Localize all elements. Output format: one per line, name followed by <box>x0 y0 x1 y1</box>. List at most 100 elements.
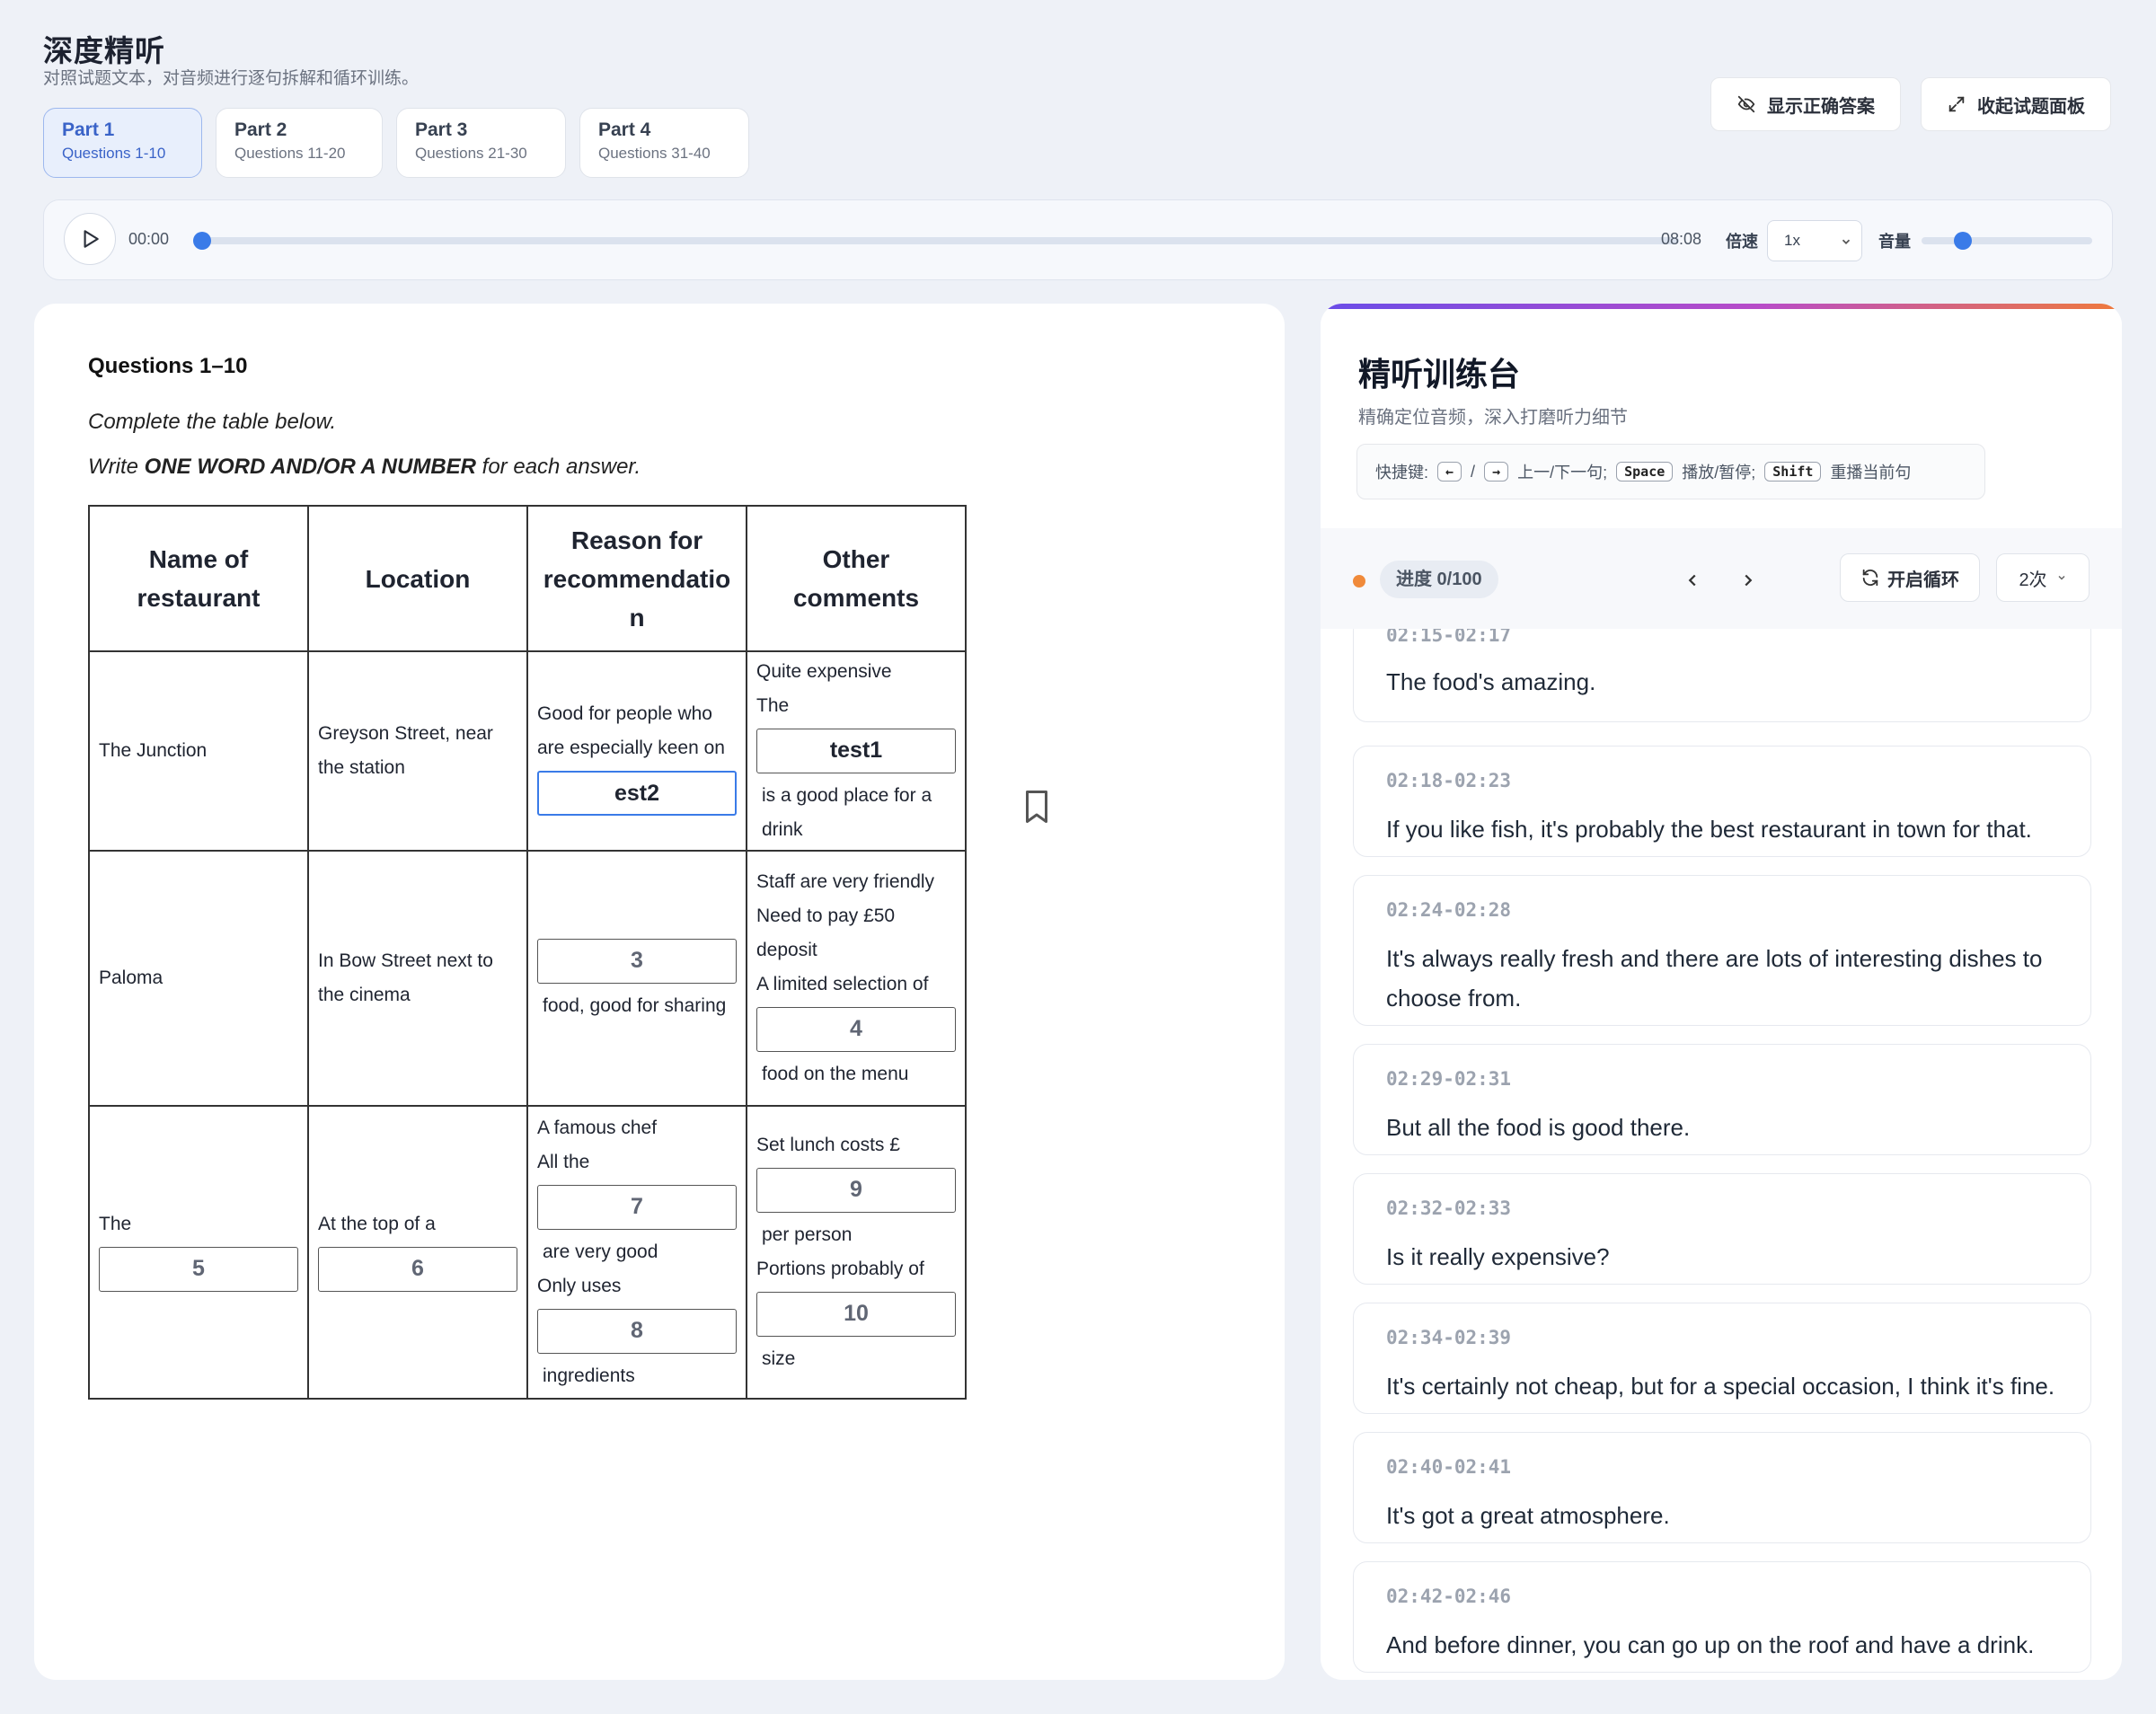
next-segment-button[interactable] <box>1732 564 1764 596</box>
answer-input-2[interactable]: est2 <box>537 771 737 816</box>
progress-thumb[interactable] <box>193 232 211 250</box>
row1-name: The Junction <box>88 650 309 852</box>
row2-other-1: Staff are very friendly <box>756 871 935 892</box>
shortcut-hint: 快捷键: ← / → 上一/下一句; Space 播放/暂停; Shift 重播… <box>1356 444 1985 499</box>
progress-badge: 进度 0/100 <box>1380 561 1498 598</box>
play-button[interactable] <box>64 213 116 265</box>
row3-other-2: per person <box>762 1224 853 1245</box>
list-item[interactable]: 02:24-02:28 It's always really fresh and… <box>1353 875 2091 1026</box>
list-item[interactable]: 02:34-02:39 It's certainly not cheap, bu… <box>1353 1303 2091 1414</box>
chevron-down-icon <box>2058 575 2065 580</box>
list-item[interactable]: 02:42-02:46 And before dinner, you can g… <box>1353 1561 2091 1673</box>
tab-part-3-range: Questions 21-30 <box>415 145 527 162</box>
chevron-left-icon <box>1688 574 1696 587</box>
play-icon <box>84 230 99 248</box>
segment-text: If you like fish, it's probably the best… <box>1386 816 2032 843</box>
tab-part-4[interactable]: Part 4 Questions 31-40 <box>579 108 749 178</box>
tab-part-4-name: Part 4 <box>598 119 651 140</box>
row3-location: At the top of a 6 <box>307 1105 528 1400</box>
tab-part-2-range: Questions 11-20 <box>234 145 346 162</box>
answer-input-8[interactable]: 8 <box>537 1309 737 1354</box>
list-item[interactable]: 02:15-02:17 The food's amazing. <box>1353 616 2091 722</box>
tab-part-2[interactable]: Part 2 Questions 11-20 <box>216 108 383 178</box>
loop-count-value: 2次 <box>2019 570 2047 590</box>
header-name: Name of restaurant <box>88 505 309 652</box>
list-item[interactable]: 02:18-02:23 If you like fish, it's proba… <box>1353 746 2091 857</box>
answer-input-7[interactable]: 7 <box>537 1185 737 1230</box>
row2-location: In Bow Street next to the cinema <box>307 850 528 1107</box>
instruction-2-pre: Write <box>88 455 145 479</box>
row1-other-3: is a good place for a drink <box>762 785 932 840</box>
volume-thumb[interactable] <box>1954 232 1972 250</box>
answer-input-1[interactable]: test1 <box>756 729 956 773</box>
list-item[interactable]: 02:29-02:31 But all the food is good the… <box>1353 1044 2091 1155</box>
row3-reason-1: A famous chef <box>537 1118 658 1138</box>
answer-input-6[interactable]: 6 <box>318 1247 517 1292</box>
question-panel: Questions 1–10 Complete the table below.… <box>34 304 1285 1680</box>
shortcut-label: 快捷键: <box>1375 464 1429 482</box>
row1-reason-text: Good for people who are especially keen … <box>537 703 725 758</box>
bookmark-button[interactable] <box>1021 789 1053 829</box>
tab-part-3[interactable]: Part 3 Questions 21-30 <box>396 108 566 178</box>
collapse-panel-label: 收起试题面板 <box>1977 96 2085 117</box>
loop-count-select[interactable]: 2次 <box>1996 553 2090 602</box>
key-left: ← <box>1437 462 1462 482</box>
row3-reason-5: ingredients <box>543 1365 635 1386</box>
header-reason: Reason for recommendatio n <box>526 505 747 652</box>
chevron-right-icon <box>1745 574 1753 587</box>
row2-other-3: A limited selection of <box>756 974 929 994</box>
questions-title: Questions 1–10 <box>88 354 248 378</box>
segment-text: The food's amazing. <box>1386 668 1596 695</box>
header-other: Other comments <box>746 505 967 652</box>
list-item[interactable]: 02:32-02:33 Is it really expensive? <box>1353 1173 2091 1285</box>
segment-text: Is it really expensive? <box>1386 1243 1610 1270</box>
tab-part-1[interactable]: Part 1 Questions 1-10 <box>43 108 202 178</box>
segment-text: It's got a great atmosphere. <box>1386 1502 1670 1529</box>
tab-part-1-range: Questions 1-10 <box>62 145 166 162</box>
shortcut-replay-text: 重播当前句 <box>1830 464 1912 482</box>
table-row: The 5 At the top of a 6 A famous chef Al… <box>88 1105 967 1400</box>
segment-time: 02:34-02:39 <box>1386 1327 1512 1348</box>
segment-time: 02:32-02:33 <box>1386 1197 1512 1219</box>
shortcut-slash: / <box>1471 462 1476 481</box>
answer-input-5[interactable]: 5 <box>99 1247 298 1292</box>
collapse-panel-button[interactable]: 收起试题面板 <box>1921 77 2111 131</box>
row3-name: The 5 <box>88 1105 309 1400</box>
speed-select[interactable]: 1x <box>1767 220 1862 261</box>
volume-label: 音量 <box>1878 233 1911 251</box>
row2-other: Staff are very friendly Need to pay £50 … <box>746 850 967 1107</box>
segment-time: 02:24-02:28 <box>1386 899 1512 921</box>
row3-reason-3: are very good <box>543 1241 658 1262</box>
bookmark-icon <box>1026 791 1047 823</box>
key-shift: Shift <box>1764 462 1822 482</box>
row3-other-4: size <box>762 1348 796 1369</box>
show-answer-button[interactable]: 显示正确答案 <box>1710 77 1901 131</box>
header-location: Location <box>307 505 528 652</box>
answer-input-3[interactable]: 3 <box>537 939 737 984</box>
total-time: 08:08 <box>1661 230 1702 248</box>
tab-part-4-range: Questions 31-40 <box>598 145 711 162</box>
row1-other-2: The <box>756 695 790 716</box>
shortcut-nav-text: 上一/下一句; <box>1517 464 1608 482</box>
row3-other-1: Set lunch costs £ <box>756 1135 900 1155</box>
answer-input-4[interactable]: 4 <box>756 1007 956 1052</box>
loop-label: 开启循环 <box>1887 570 1959 590</box>
tab-part-1-name: Part 1 <box>62 119 115 140</box>
segment-text: But all the food is good there. <box>1386 1114 1691 1141</box>
refresh-icon <box>1862 569 1878 587</box>
status-dot <box>1353 575 1365 588</box>
answer-input-9[interactable]: 9 <box>756 1168 956 1213</box>
table-row: The Junction Greyson Street, near the st… <box>88 650 967 852</box>
segment-text: It's always really fresh and there are l… <box>1386 945 2043 1012</box>
list-item[interactable]: 02:40-02:41 It's got a great atmosphere. <box>1353 1432 2091 1543</box>
loop-button[interactable]: 开启循环 <box>1840 553 1980 602</box>
tab-part-2-name: Part 2 <box>234 119 287 140</box>
row3-reason-2: All the <box>537 1152 590 1172</box>
progress-slider[interactable] <box>193 232 1679 250</box>
speed-label: 倍速 <box>1726 233 1758 251</box>
instruction-1: Complete the table below. <box>88 410 337 434</box>
prev-segment-button[interactable] <box>1676 564 1709 596</box>
segment-time: 02:18-02:23 <box>1386 770 1512 791</box>
volume-slider[interactable] <box>1922 232 2092 250</box>
answer-input-10[interactable]: 10 <box>756 1292 956 1337</box>
